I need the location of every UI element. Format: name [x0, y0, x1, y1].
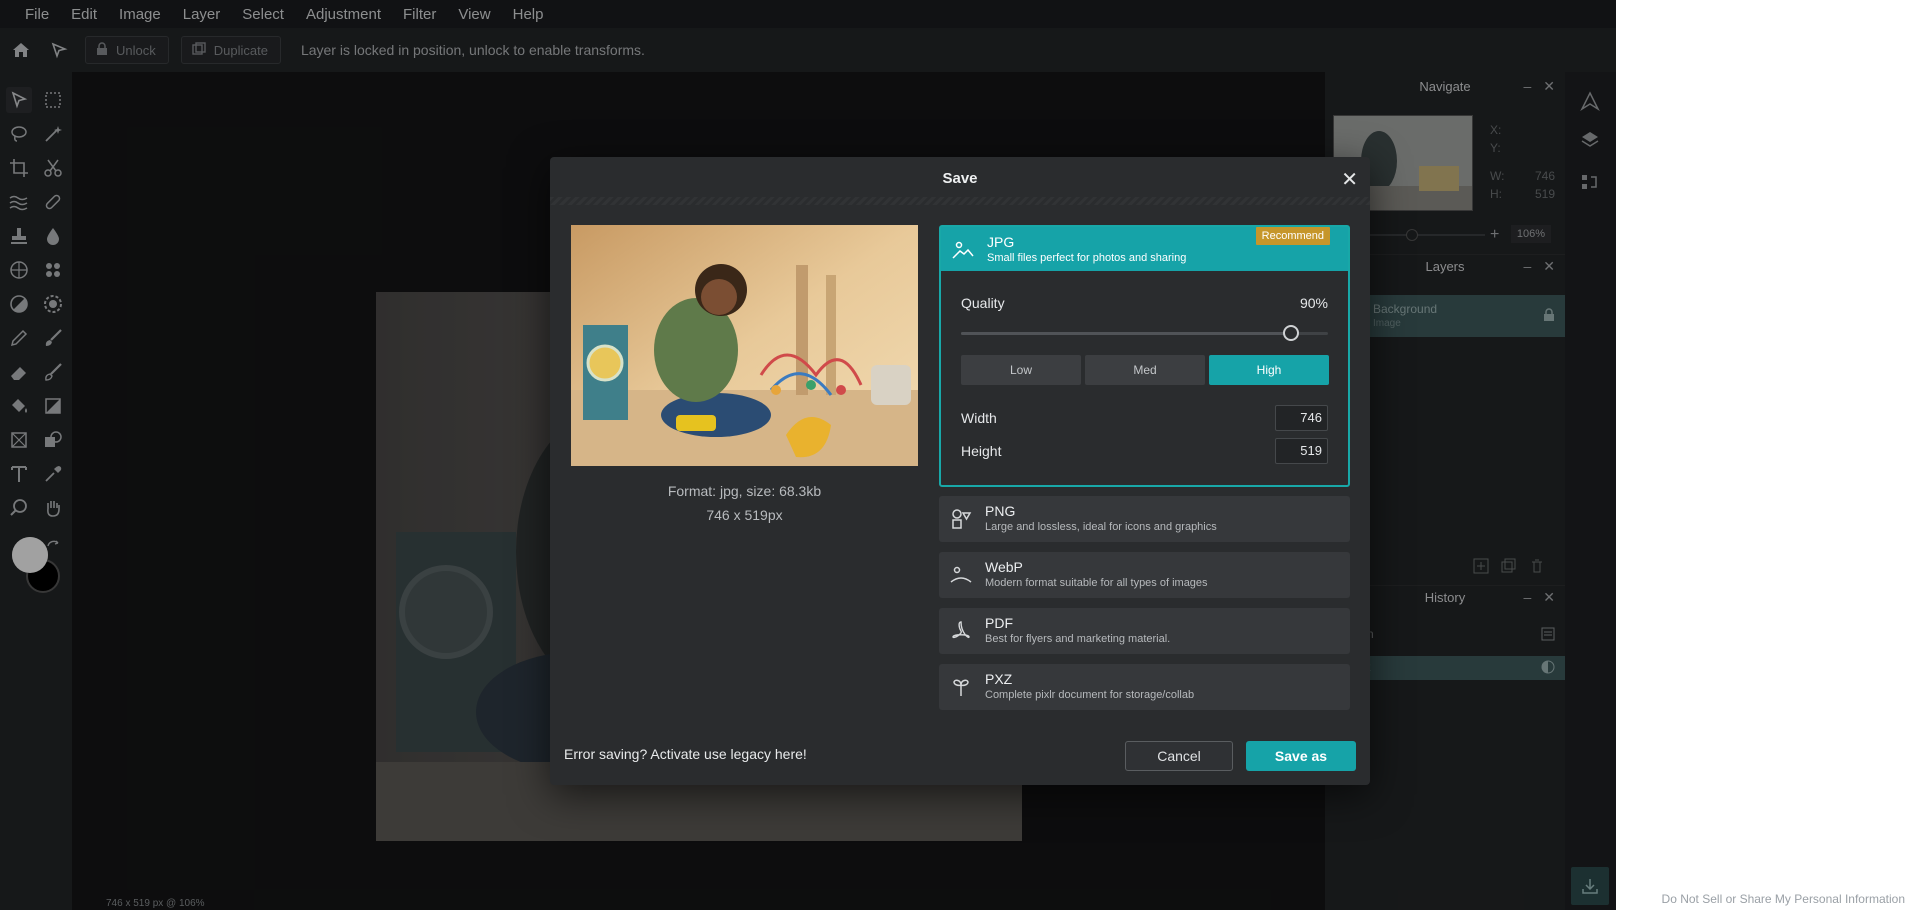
format-option-webp[interactable]: WebP Modern format suitable for all type… [939, 552, 1350, 598]
pdf-icon [949, 619, 973, 643]
pxz-icon [949, 675, 973, 699]
quality-slider[interactable] [961, 325, 1328, 341]
app-window: File Edit Image Layer Select Adjustment … [0, 0, 1919, 910]
quality-slider-thumb[interactable] [1283, 325, 1300, 341]
format-description: Small files perfect for photos and shari… [987, 252, 1187, 264]
quality-label: Quality [961, 295, 1005, 311]
format-description: Complete pixlr document for storage/coll… [985, 689, 1195, 701]
close-icon[interactable]: ✕ [1341, 167, 1358, 192]
save-as-button[interactable]: Save as [1246, 741, 1356, 771]
dialog-divider [550, 197, 1370, 205]
save-preview-image [571, 225, 918, 466]
shapes-icon [949, 507, 973, 531]
cancel-button[interactable]: Cancel [1125, 741, 1233, 771]
quality-value: 90% [1299, 295, 1328, 311]
preview-format: Format: jpg, size: 68.3kb [667, 483, 822, 499]
quality-low-button[interactable]: Low [961, 355, 1081, 385]
preview-info: Format: jpg, size: 68.3kb 746 x 519px [571, 479, 918, 527]
image-icon [951, 238, 975, 262]
recommend-badge: Recommend [1255, 227, 1330, 245]
format-description: Large and lossless, ideal for icons and … [985, 521, 1217, 533]
webp-icon [949, 563, 973, 587]
format-name: PNG [985, 503, 1016, 519]
format-option-pxz[interactable]: PXZ Complete pixlr document for storage/… [939, 664, 1350, 710]
width-label: Width [961, 410, 997, 426]
format-option-png[interactable]: PNG Large and lossless, ideal for icons … [939, 496, 1350, 542]
quality-med-button[interactable]: Med [1085, 355, 1205, 385]
quality-slider-fill [961, 332, 1292, 335]
format-description: Best for flyers and marketing material. [985, 633, 1171, 645]
height-input[interactable]: 519 [1275, 438, 1328, 464]
format-name: WebP [985, 559, 1023, 575]
format-name: JPG [987, 234, 1015, 250]
format-option-pdf[interactable]: PDF Best for flyers and marketing materi… [939, 608, 1350, 654]
primary-color-overlay [12, 537, 48, 573]
legacy-save-link[interactable]: Error saving? Activate use legacy here! [564, 746, 807, 762]
dialog-title: Save [942, 169, 978, 187]
privacy-link[interactable]: Do Not Sell or Share My Personal Informa… [1662, 892, 1905, 906]
format-name: PDF [985, 615, 1013, 631]
jpg-header[interactable]: JPG Small files perfect for photos and s… [941, 227, 1348, 271]
format-description: Modern format suitable for all types of … [985, 577, 1208, 589]
page-margin: Do Not Sell or Share My Personal Informa… [1616, 0, 1919, 910]
quality-high-button[interactable]: High [1209, 355, 1329, 385]
height-label: Height [961, 443, 1002, 459]
format-name: PXZ [985, 671, 1013, 687]
preview-dimensions: 746 x 519px [706, 507, 783, 523]
width-input[interactable]: 746 [1275, 405, 1328, 431]
editor: File Edit Image Layer Select Adjustment … [0, 0, 1616, 910]
format-option-jpg[interactable]: JPG Small files perfect for photos and s… [939, 225, 1350, 487]
save-dialog: Save ✕ Format: jpg, size: 68.3kb 746 x 5… [550, 157, 1370, 785]
